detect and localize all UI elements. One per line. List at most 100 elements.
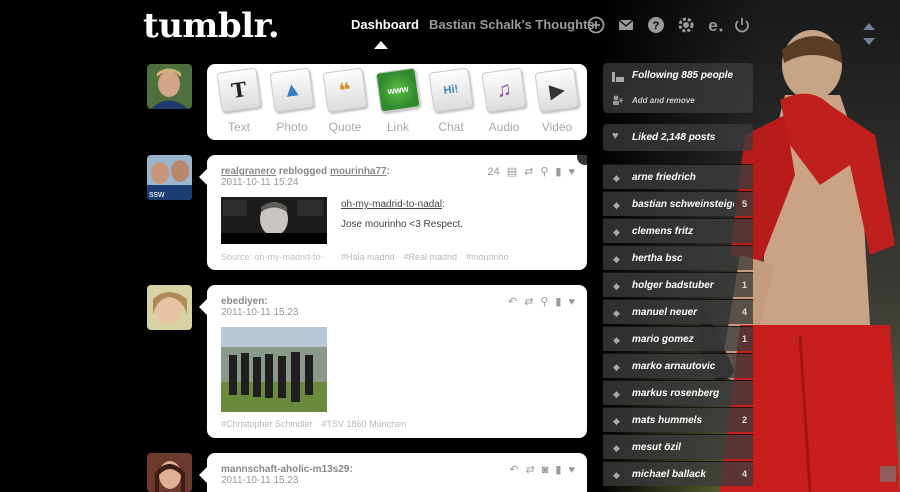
sidebar-tag-item[interactable]: ◆ holger badstuber 1 — [603, 272, 753, 297]
scroll-arrows-icon[interactable] — [862, 20, 876, 48]
post-type-chat[interactable]: Hi! Chat — [425, 67, 477, 134]
post-source[interactable]: Source: oh-my-madrid-to- — [221, 252, 324, 262]
post-tags: #Hala madrid #Real madrid #mourinho — [341, 252, 509, 262]
post-type-photo[interactable]: ▲ Photo — [266, 67, 318, 134]
svg-text:ssw: ssw — [149, 189, 165, 199]
add-remove-link[interactable]: Add and remove — [632, 96, 695, 105]
bookmark-icon[interactable]: ▮ — [555, 166, 561, 178]
video-post-icon: ▶ — [534, 67, 580, 113]
reblog-source-link[interactable]: mourinha77 — [330, 166, 387, 177]
search-icon[interactable]: ⚲ — [540, 296, 548, 308]
notes-count[interactable]: 24 — [487, 166, 499, 178]
post-date: 2011-10-11 15.24 — [221, 177, 299, 188]
reblog-icon[interactable]: ⇄ — [524, 166, 533, 178]
bookmark-icon[interactable]: ▮ — [555, 296, 561, 308]
sidebar-tag-item[interactable]: ◆ mesut özil — [603, 434, 753, 459]
post-type-link-label: Link — [386, 120, 409, 134]
post-date: 2011-10-11 15.23 — [221, 475, 299, 486]
post-avatar[interactable]: ssw — [147, 155, 192, 200]
nav-dashboard-link[interactable]: Dashboard — [351, 17, 419, 32]
post-type-video[interactable]: ▶ Video — [531, 67, 583, 134]
post-header: realgranero reblogged mourinha77: — [221, 166, 390, 177]
search-icon[interactable]: ⚲ — [540, 166, 548, 178]
tumblr-logo[interactable]: tumblr. — [143, 6, 280, 46]
tag-icon: ◆ — [613, 443, 620, 453]
post-author-link[interactable]: mannschaft-aholic-m13s29 — [221, 464, 349, 475]
post-card: mannschaft-aholic-m13s29: 2011-10-11 15.… — [199, 453, 587, 492]
tag-icon: ◆ — [613, 389, 620, 399]
e-icon[interactable]: e — [705, 16, 723, 35]
sidebar-tag-item[interactable]: ◆ bastian schweinsteiger 5 — [603, 191, 753, 216]
sidebar-tag-item[interactable]: ◆ marko arnautovic — [603, 353, 753, 378]
link-post-icon: www — [375, 67, 421, 113]
post-type-photo-label: Photo — [276, 120, 308, 134]
post-type-quote[interactable]: ❝ Quote — [319, 67, 371, 134]
notes-icon[interactable]: ▤ — [507, 166, 517, 178]
plus-icon[interactable] — [587, 16, 605, 34]
tag-link[interactable]: #mourinho — [466, 252, 509, 262]
help-icon[interactable]: ? — [647, 16, 665, 34]
heart-icon: ♥ — [612, 130, 619, 142]
reblog-icon[interactable]: ⇄ — [526, 464, 535, 476]
source-blog-link[interactable]: oh-my-madrid-to-nadal — [341, 199, 442, 210]
sidebar-tag-item[interactable]: ◆ markus rosenberg — [603, 380, 753, 405]
tag-icon: ◆ — [613, 416, 620, 426]
tag-link[interactable]: #Hala madrid — [341, 252, 395, 262]
reblogged-text: reblogged — [278, 166, 328, 177]
post-body: Jose mourinho <3 Respect. — [341, 219, 464, 230]
post-photo[interactable] — [221, 197, 327, 244]
svg-text:?: ? — [653, 20, 660, 32]
nav-blog-link[interactable]: Bastian Schalk's Thoughts — [429, 17, 595, 32]
sidebar-tag-item[interactable]: ◆ arne friedrich — [603, 164, 753, 189]
liked-box[interactable]: ♥ Liked 2,148 posts — [603, 124, 753, 151]
user-avatar[interactable] — [147, 64, 192, 109]
post-photo[interactable] — [221, 327, 327, 412]
post-type-link[interactable]: www Link — [372, 67, 424, 134]
post-type-quote-label: Quote — [328, 120, 362, 134]
tag-icon: ◆ — [613, 200, 620, 210]
tag-link[interactable]: #Christopher Schindler — [221, 419, 313, 429]
post-avatar[interactable] — [147, 453, 192, 492]
post-type-text-label: Text — [227, 120, 250, 134]
post-avatar[interactable] — [147, 285, 192, 330]
post-card: ebediyen: 2011-10-11 15.23 ↶ ⇄ ⚲ ▮ ♥ #Ch… — [199, 285, 587, 438]
reply-icon[interactable]: ↶ — [509, 464, 518, 476]
heart-icon[interactable]: ♥ — [568, 296, 575, 308]
heart-icon[interactable]: ♥ — [568, 166, 575, 178]
sidebar-tag-item[interactable]: ◆ manuel neuer 4 — [603, 299, 753, 324]
mail-icon[interactable] — [617, 16, 635, 34]
tag-icon: ◆ — [613, 335, 620, 345]
tag-link[interactable]: #TSV 1860 München — [322, 419, 407, 429]
gear-icon[interactable] — [677, 16, 695, 34]
chat-post-icon: Hi! — [428, 67, 474, 113]
liked-count[interactable]: Liked 2,148 posts — [632, 132, 715, 143]
power-icon[interactable] — [733, 16, 751, 34]
sidebar-tag-item[interactable]: ◆ mario gomez 1 — [603, 326, 753, 351]
post-author-link[interactable]: ebediyen — [221, 296, 264, 307]
tag-icon: ◆ — [613, 173, 620, 183]
sidebar-tag-item[interactable]: ◆ hertha bsc — [603, 245, 753, 270]
sidebar-tag-item[interactable]: ◆ clemens fritz — [603, 218, 753, 243]
sidebar-tag-item[interactable]: ◆ mats hummels 2 — [603, 407, 753, 432]
post-controls: ↶ ⇄ ⚲ ▮ ♥ — [508, 296, 575, 308]
post-type-selector: T Text ▲ Photo ❝ Quote www Link Hi! Chat… — [207, 64, 587, 140]
sidebar-tag-item[interactable]: ◆ michael ballack 4 — [603, 461, 753, 486]
expand-icon[interactable] — [880, 466, 896, 482]
reblog-icon[interactable]: ⇄ — [524, 296, 533, 308]
camera-icon[interactable]: ◙ — [542, 464, 549, 476]
tag-icon: ◆ — [613, 470, 620, 480]
following-count[interactable]: Following 885 people — [632, 70, 733, 81]
post-date: 2011-10-11 15.23 — [221, 307, 299, 318]
post-type-audio[interactable]: ♫ Audio — [478, 67, 530, 134]
heart-icon[interactable]: ♥ — [568, 464, 575, 476]
text-post-icon: T — [216, 67, 262, 113]
bookmark-icon[interactable]: ▮ — [555, 464, 561, 476]
post-type-text[interactable]: T Text — [213, 67, 265, 134]
tag-link[interactable]: #Real madrid — [404, 252, 458, 262]
post-type-video-label: Video — [541, 120, 573, 134]
reply-icon[interactable]: ↶ — [508, 296, 517, 308]
tag-icon: ◆ — [613, 281, 620, 291]
following-box[interactable]: Following 885 people Add and remove — [603, 63, 753, 113]
svg-text:e: e — [708, 16, 717, 34]
post-author-link[interactable]: realgranero — [221, 166, 276, 177]
